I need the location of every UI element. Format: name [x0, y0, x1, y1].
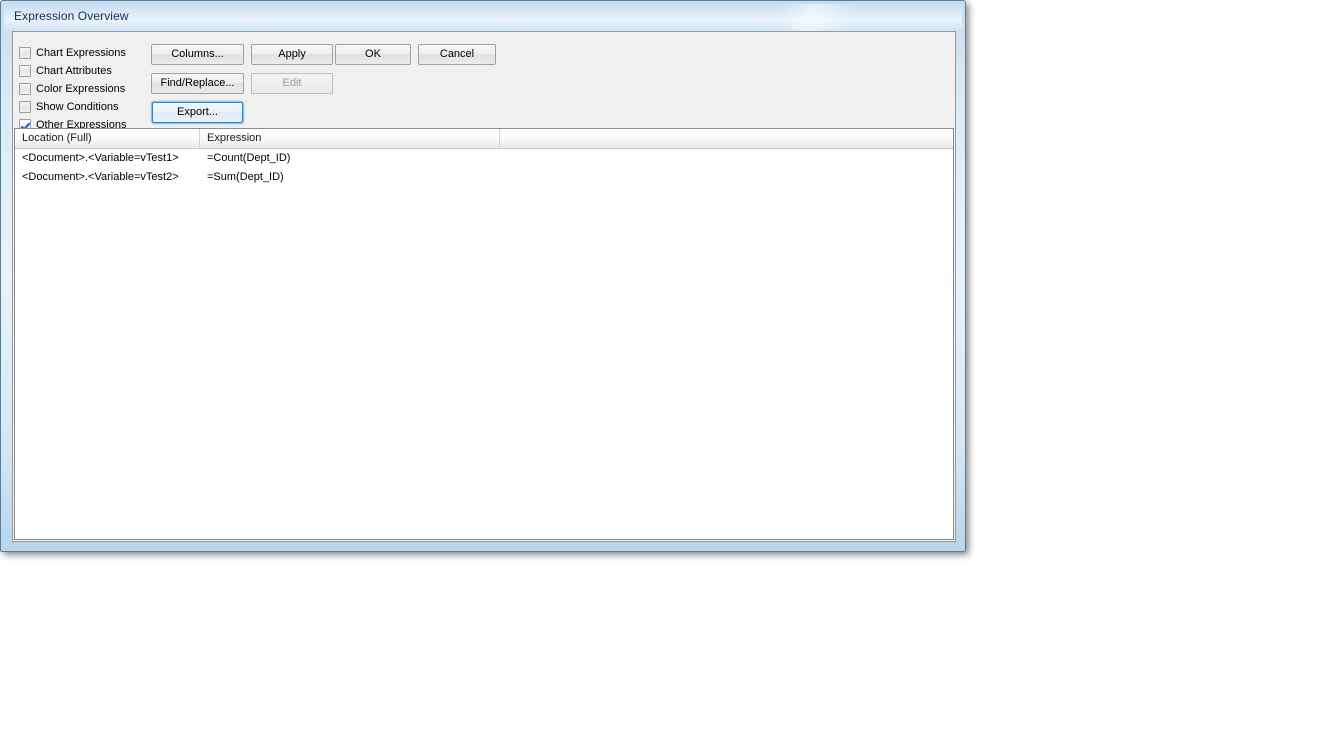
color-expressions-checkbox-icon[interactable] — [19, 83, 31, 95]
cancel-button[interactable]: Cancel — [418, 44, 496, 65]
chart-attributes-label: Chart Attributes — [36, 65, 112, 77]
chart-attributes-checkbox-icon[interactable] — [19, 65, 31, 77]
export-button[interactable]: Export... — [152, 102, 243, 123]
cell-extra — [500, 149, 953, 168]
dialog-client-area: Chart Expressions Chart Attributes Color… — [12, 31, 956, 542]
table-row[interactable]: <Document>.<Variable=vTest2> =Sum(Dept_I… — [15, 168, 953, 187]
color-expressions-label: Color Expressions — [36, 83, 126, 95]
table-row[interactable]: <Document>.<Variable=vTest1> =Count(Dept… — [15, 149, 953, 168]
find-replace-button[interactable]: Find/Replace... — [151, 73, 244, 94]
expression-grid[interactable]: Location (Full) Expression <Document>.<V… — [14, 128, 954, 540]
window-title: Expression Overview — [14, 9, 129, 23]
cell-expression: =Sum(Dept_ID) — [207, 171, 284, 183]
show-conditions-label: Show Conditions — [36, 101, 119, 113]
checkbox-row-chart-expressions[interactable]: Chart Expressions — [19, 44, 149, 62]
title-bar[interactable]: Expression Overview — [4, 4, 962, 31]
grid-column-header-expression[interactable]: Expression — [200, 129, 500, 148]
grid-header-row: Location (Full) Expression — [15, 129, 953, 149]
chart-expressions-checkbox-icon[interactable] — [19, 47, 31, 59]
grid-column-header-location[interactable]: Location (Full) — [15, 129, 200, 148]
filter-checkbox-group: Chart Expressions Chart Attributes Color… — [19, 44, 149, 134]
chart-expressions-label: Chart Expressions — [36, 47, 126, 59]
window-inner: Expression Overview Chart Expressions Ch… — [4, 4, 962, 548]
checkbox-row-color-expressions[interactable]: Color Expressions — [19, 80, 149, 98]
columns-button[interactable]: Columns... — [151, 44, 244, 65]
grid-body: <Document>.<Variable=vTest1> =Count(Dept… — [15, 149, 953, 187]
expression-overview-window: Expression Overview Chart Expressions Ch… — [0, 0, 966, 552]
grid-column-header-extra[interactable] — [500, 129, 953, 148]
cell-location: <Document>.<Variable=vTest2> — [22, 171, 179, 183]
show-conditions-checkbox-icon[interactable] — [19, 101, 31, 113]
cell-expression: =Count(Dept_ID) — [207, 152, 291, 164]
cell-extra — [500, 168, 953, 187]
checkbox-row-show-conditions[interactable]: Show Conditions — [19, 98, 149, 116]
ok-button[interactable]: OK — [335, 44, 411, 65]
edit-button: Edit — [251, 73, 333, 94]
apply-button[interactable]: Apply — [251, 44, 333, 65]
cell-location: <Document>.<Variable=vTest1> — [22, 152, 179, 164]
checkbox-row-chart-attributes[interactable]: Chart Attributes — [19, 62, 149, 80]
